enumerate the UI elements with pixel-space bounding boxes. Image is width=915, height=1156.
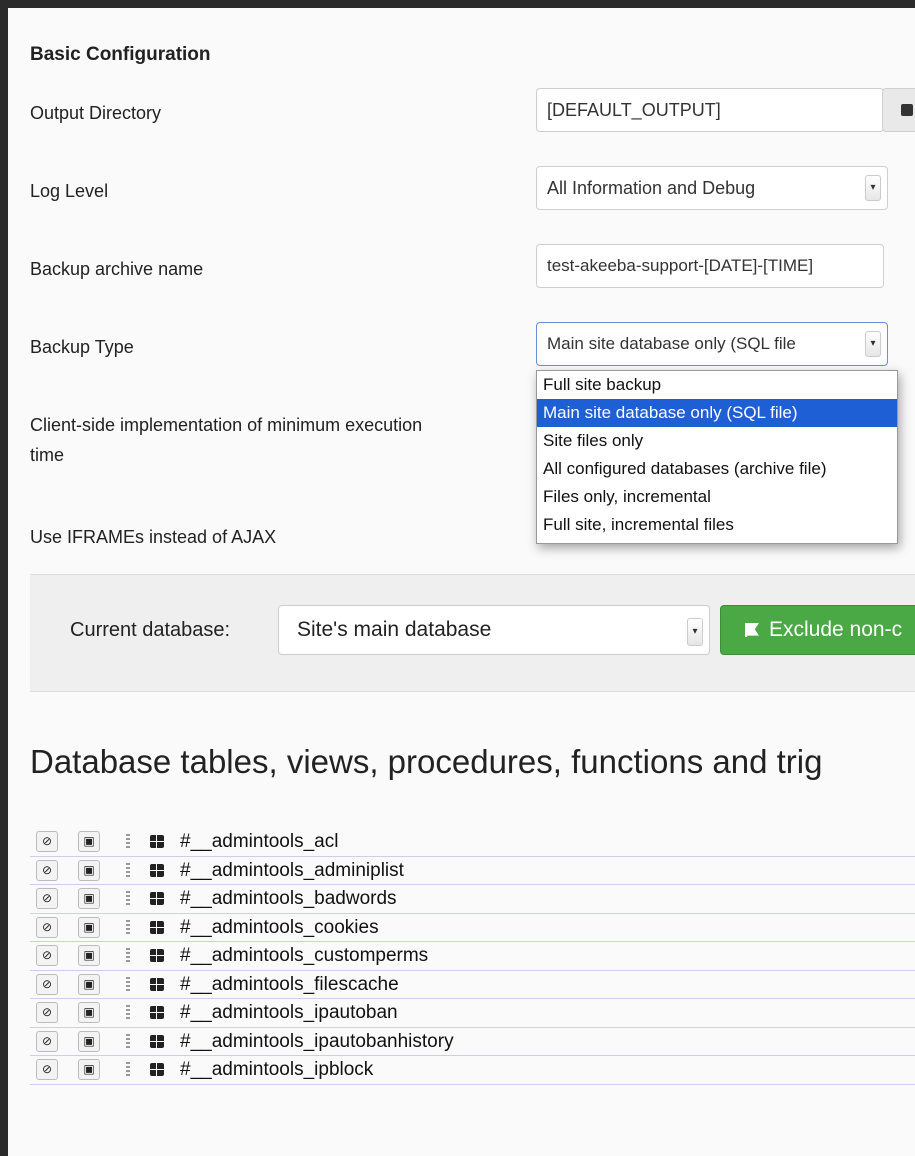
filter-icon[interactable]: ▣ bbox=[78, 1002, 100, 1023]
table-icon bbox=[150, 863, 164, 877]
filter-icon[interactable]: ▣ bbox=[78, 1059, 100, 1080]
dropdown-option[interactable]: Site files only bbox=[537, 427, 897, 455]
table-icon bbox=[150, 835, 164, 848]
table-name: #__admintools_ipautobanhistory bbox=[180, 1030, 454, 1052]
chevron-down-icon: ▾ bbox=[865, 175, 881, 201]
current-database-value: Site's main database bbox=[297, 618, 492, 641]
dropdown-option[interactable]: All configured databases (archive file) bbox=[537, 455, 897, 483]
exclude-icon[interactable]: ⊘ bbox=[36, 916, 58, 938]
folder-icon bbox=[901, 104, 913, 116]
archive-name-input[interactable]: test-akeeba-support-[DATE]-[TIME] bbox=[536, 244, 884, 288]
table-row: ⊘ ▣ #__admintools_ipblock bbox=[30, 1056, 915, 1085]
table-icon bbox=[150, 1063, 164, 1076]
min-exec-label-line1: Client-side implementation of minimum ex… bbox=[30, 415, 423, 435]
min-exec-label-line2: time bbox=[30, 445, 65, 465]
table-name: #__admintools_cookies bbox=[180, 916, 379, 938]
drag-handle-icon[interactable] bbox=[126, 1033, 130, 1050]
database-tables-list: ⊘ ▣ #__admintools_acl ⊘ ▣ #__admintools_… bbox=[30, 828, 915, 1085]
filter-icon[interactable]: ▣ bbox=[78, 1030, 100, 1052]
flag-icon bbox=[745, 623, 759, 637]
tables-heading: Database tables, views, procedures, func… bbox=[30, 743, 823, 780]
exclude-icon[interactable]: ⊘ bbox=[36, 973, 58, 995]
table-row: ⊘ ▣ #__admintools_cookies bbox=[30, 914, 915, 942]
filter-icon[interactable]: ▣ bbox=[78, 916, 100, 938]
exclude-icon[interactable]: ⊘ bbox=[36, 831, 58, 852]
drag-handle-icon[interactable] bbox=[126, 834, 130, 850]
table-name: #__admintools_filescache bbox=[180, 973, 399, 995]
dropdown-option[interactable]: Full site backup bbox=[537, 371, 897, 399]
exclude-icon[interactable]: ⊘ bbox=[36, 1002, 58, 1023]
filter-icon[interactable]: ▣ bbox=[78, 888, 100, 909]
table-icon bbox=[150, 892, 164, 905]
drag-handle-icon[interactable] bbox=[126, 1062, 130, 1078]
iframes-label: Use IFRAMEs instead of AJAX bbox=[30, 527, 277, 547]
table-icon bbox=[150, 1006, 164, 1019]
table-name: #__admintools_badwords bbox=[180, 888, 397, 909]
table-row: ⊘ ▣ #__admintools_acl bbox=[30, 828, 915, 857]
table-row: ⊘ ▣ #__admintools_ipautobanhistory bbox=[30, 1028, 915, 1056]
drag-handle-icon[interactable] bbox=[126, 976, 130, 993]
chevron-down-icon: ▾ bbox=[687, 618, 703, 646]
output-directory-input[interactable]: [DEFAULT_OUTPUT] bbox=[536, 88, 884, 132]
log-level-value: All Information and Debug bbox=[547, 178, 756, 198]
backup-type-label: Backup Type bbox=[30, 337, 134, 357]
drag-handle-icon[interactable] bbox=[126, 919, 130, 936]
table-row: ⊘ ▣ #__admintools_adminiplist bbox=[30, 857, 915, 885]
drag-handle-icon[interactable] bbox=[126, 948, 130, 964]
output-directory-label: Output Directory bbox=[30, 103, 162, 123]
table-icon bbox=[150, 977, 164, 991]
exclude-icon[interactable]: ⊘ bbox=[36, 888, 58, 909]
drag-handle-icon[interactable] bbox=[126, 891, 130, 907]
min-exec-label: Client-side implementation of minimum ex… bbox=[30, 410, 422, 470]
filter-icon[interactable]: ▣ bbox=[78, 945, 100, 966]
archive-name-label: Backup archive name bbox=[30, 259, 204, 279]
log-level-label: Log Level bbox=[30, 181, 109, 201]
configuration-panel: Basic Configuration Output Directory [DE… bbox=[8, 8, 915, 1156]
exclude-icon[interactable]: ⊘ bbox=[36, 859, 58, 881]
drag-handle-icon[interactable] bbox=[126, 862, 130, 879]
browse-folder-button[interactable] bbox=[882, 88, 915, 132]
dropdown-option-selected[interactable]: Main site database only (SQL file) bbox=[537, 399, 897, 427]
exclude-icon[interactable]: ⊘ bbox=[36, 1059, 58, 1080]
exclude-non-core-button[interactable]: Exclude non-c bbox=[720, 605, 915, 655]
section-title: Basic Configuration bbox=[30, 44, 211, 65]
table-icon bbox=[150, 920, 164, 934]
filter-icon[interactable]: ▣ bbox=[78, 831, 100, 852]
table-row: ⊘ ▣ #__admintools_filescache bbox=[30, 971, 915, 999]
filter-icon[interactable]: ▣ bbox=[78, 859, 100, 881]
backup-type-value: Main site database only (SQL file bbox=[547, 334, 796, 353]
table-name: #__admintools_acl bbox=[180, 831, 339, 852]
table-icon bbox=[150, 1034, 164, 1048]
table-name: #__admintools_ipblock bbox=[180, 1059, 374, 1080]
current-database-label: Current database: bbox=[70, 619, 231, 641]
table-name: #__admintools_ipautoban bbox=[180, 1002, 398, 1023]
current-database-select[interactable]: Site's main database ▾ bbox=[278, 605, 710, 655]
backup-type-dropdown: Full site backup Main site database only… bbox=[536, 370, 898, 544]
chevron-down-icon: ▾ bbox=[865, 331, 881, 357]
filter-icon[interactable]: ▣ bbox=[78, 973, 100, 995]
table-row: ⊘ ▣ #__admintools_customperms bbox=[30, 942, 915, 971]
table-name: #__admintools_adminiplist bbox=[180, 859, 404, 881]
database-toolbar: Current database: Site's main database ▾… bbox=[30, 574, 915, 692]
table-row: ⊘ ▣ #__admintools_ipautoban bbox=[30, 999, 915, 1028]
table-name: #__admintools_customperms bbox=[180, 945, 429, 966]
dropdown-option[interactable]: Files only, incremental bbox=[537, 483, 897, 511]
log-level-select[interactable]: All Information and Debug ▾ bbox=[536, 166, 888, 210]
drag-handle-icon[interactable] bbox=[126, 1005, 130, 1021]
dropdown-option[interactable]: Full site, incremental files bbox=[537, 511, 897, 539]
exclude-icon[interactable]: ⊘ bbox=[36, 1030, 58, 1052]
exclude-button-label: Exclude non-c bbox=[769, 618, 903, 641]
table-icon bbox=[150, 949, 164, 962]
exclude-icon[interactable]: ⊘ bbox=[36, 945, 58, 966]
backup-type-select[interactable]: Main site database only (SQL file ▾ bbox=[536, 322, 888, 366]
table-row: ⊘ ▣ #__admintools_badwords bbox=[30, 885, 915, 914]
